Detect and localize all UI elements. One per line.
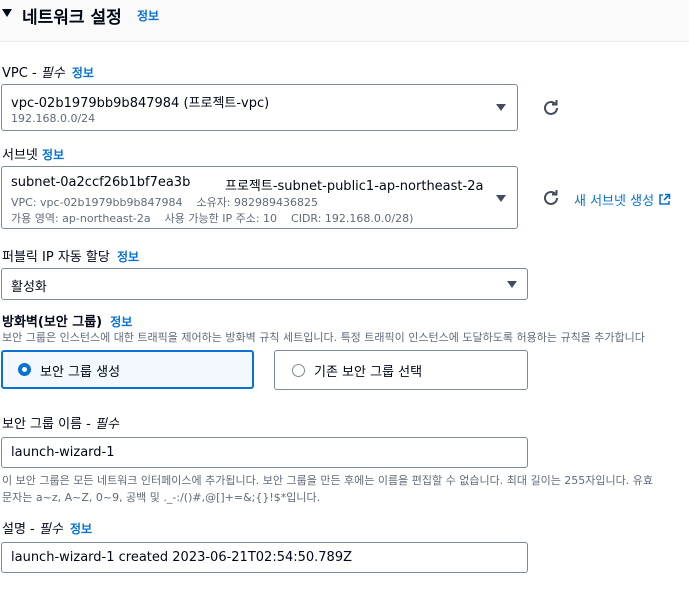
refresh-icon[interactable] bbox=[540, 187, 562, 209]
chevron-down-icon bbox=[507, 281, 517, 288]
description-info-link[interactable]: 정보 bbox=[70, 522, 92, 536]
subnet-info-link[interactable]: 정보 bbox=[42, 148, 64, 162]
sg-name-label: 보안 그룹 이름 - 필수 bbox=[2, 413, 119, 432]
chevron-down-icon bbox=[496, 195, 506, 202]
description-label: 설명 - 필수 정보 bbox=[2, 518, 92, 537]
subnet-label: 서브넷 정보 bbox=[2, 144, 64, 163]
external-link-icon bbox=[659, 193, 671, 205]
public-ip-select[interactable]: 활성화 bbox=[1, 268, 528, 300]
public-ip-label-text: 퍼블릭 IP 자동 할당 bbox=[2, 250, 110, 265]
create-security-group-label: 보안 그룹 생성 bbox=[40, 365, 121, 380]
subnet-details-line3: 가용 영역: ap-northeast-2a 사용 가능한 IP 주소: 10 … bbox=[11, 212, 414, 225]
firewall-label: 방화벽(보안 그룹) 정보 bbox=[2, 311, 132, 330]
subnet-details-line2: VPC: vpc-02b1979bb9b847984 소유자: 98298943… bbox=[11, 196, 318, 209]
vpc-label-text: VPC - bbox=[2, 66, 41, 81]
collapse-caret-icon[interactable] bbox=[2, 9, 12, 17]
vpc-select-value: vpc-02b1979bb9b847984 (프로젝트-vpc) bbox=[11, 96, 270, 111]
section-title: 네트워크 설정 bbox=[22, 8, 122, 28]
header-info-link[interactable]: 정보 bbox=[137, 7, 159, 24]
public-ip-value: 활성화 bbox=[11, 280, 47, 295]
radio-selected-icon bbox=[18, 363, 31, 376]
sg-name-help-line1: 이 보안 그룹은 모든 네트워크 인터페이스에 추가됩니다. 보안 그룹을 만든… bbox=[2, 474, 654, 487]
description-value: launch-wizard-1 created 2023-06-21T02:54… bbox=[11, 550, 353, 565]
vpc-select[interactable]: vpc-02b1979bb9b847984 (프로젝트-vpc) 192.168… bbox=[1, 84, 518, 131]
subnet-id: subnet-0a2ccf26b1bf7ea3b bbox=[11, 175, 191, 190]
vpc-required: 필수 bbox=[40, 66, 65, 81]
vpc-info-link[interactable]: 정보 bbox=[72, 66, 94, 80]
public-ip-info-link[interactable]: 정보 bbox=[117, 250, 139, 264]
description-required: 필수 bbox=[38, 522, 63, 537]
firewall-label-text: 방화벽(보안 그룹) bbox=[2, 315, 103, 330]
description-label-text: 설명 - bbox=[2, 522, 39, 537]
description-input[interactable]: launch-wizard-1 created 2023-06-21T02:54… bbox=[1, 542, 528, 573]
create-security-group-option[interactable]: 보안 그룹 생성 bbox=[1, 350, 254, 389]
radio-unselected-icon bbox=[292, 364, 305, 377]
create-subnet-link[interactable]: 새 서브넷 생성 bbox=[574, 190, 671, 209]
subnet-name: 프로젝트-subnet-public1-ap-northeast-2a bbox=[225, 179, 484, 194]
firewall-description: 보안 그룹은 인스턴스에 대한 트래픽을 제어하는 방화벽 규칙 세트입니다. … bbox=[2, 331, 645, 344]
refresh-icon[interactable] bbox=[540, 97, 562, 119]
create-subnet-label: 새 서브넷 생성 bbox=[574, 194, 655, 209]
sg-name-value: launch-wizard-1 bbox=[11, 445, 115, 460]
sg-name-help-line2: 문자는 a~z, A~Z, 0~9, 공백 및 ._-:/()#,@[]+=&;… bbox=[2, 491, 321, 504]
existing-security-group-label: 기존 보안 그룹 선택 bbox=[314, 365, 423, 380]
firewall-info-link[interactable]: 정보 bbox=[110, 315, 132, 329]
public-ip-label: 퍼블릭 IP 자동 할당 정보 bbox=[2, 246, 139, 265]
subnet-select[interactable]: subnet-0a2ccf26b1bf7ea3b 프로젝트-subnet-pub… bbox=[1, 166, 518, 229]
sg-name-input[interactable]: launch-wizard-1 bbox=[1, 437, 528, 468]
vpc-select-cidr: 192.168.0.0/24 bbox=[11, 112, 96, 125]
existing-security-group-option[interactable]: 기존 보안 그룹 선택 bbox=[274, 350, 528, 390]
sg-name-label-text: 보안 그룹 이름 - bbox=[2, 417, 95, 432]
vpc-label: VPC - 필수 정보 bbox=[2, 62, 94, 81]
chevron-down-icon bbox=[496, 104, 506, 111]
sg-name-required: 필수 bbox=[94, 417, 119, 432]
subnet-label-text: 서브넷 bbox=[2, 148, 38, 163]
